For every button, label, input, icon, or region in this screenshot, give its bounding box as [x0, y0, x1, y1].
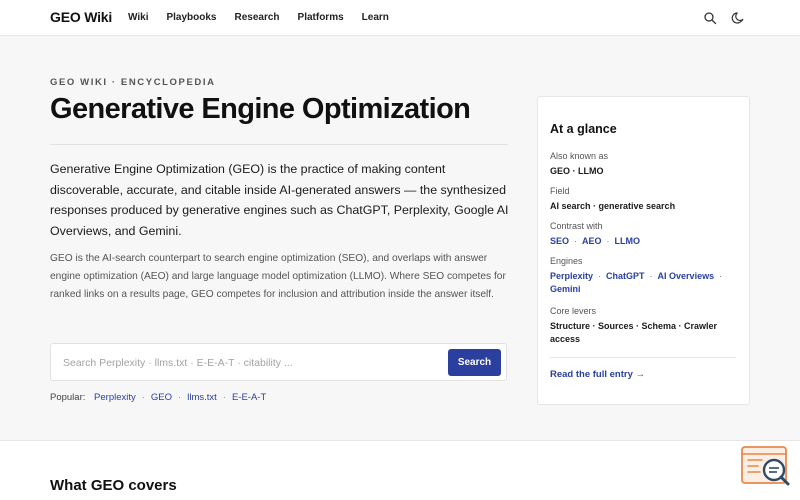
search-box: Search: [50, 343, 507, 381]
engine-link-perplexity[interactable]: Perplexity: [550, 271, 593, 281]
at-a-glance-card: At a glance Also known as GEO · LLMO Fie…: [537, 96, 750, 405]
fact-core-levers: Core levers Structure · Sources · Schema…: [550, 305, 740, 346]
contrast-link-aeo[interactable]: AEO: [582, 236, 602, 246]
fact-label: Engines: [550, 256, 583, 266]
engine-link-gemini[interactable]: Gemini: [550, 284, 581, 294]
popular-link-eeat[interactable]: E-E-A-T: [232, 392, 266, 403]
page-title: Generative Engine Optimization: [50, 93, 471, 125]
fact-label: Core levers: [550, 306, 597, 316]
card-title: At a glance: [550, 122, 617, 136]
site-logo[interactable]: GEO Wiki: [50, 9, 112, 25]
separator: ·: [606, 236, 610, 246]
body-paragraph: GEO is the AI-search counterpart to sear…: [50, 253, 506, 300]
moon-icon[interactable]: [731, 11, 745, 25]
eyebrow-label: GEO WIKI · ENCYCLOPEDIA: [50, 77, 216, 88]
separator: ·: [719, 271, 723, 281]
popular-link-llms-txt[interactable]: llms.txt: [187, 392, 217, 403]
separator: ·: [598, 271, 602, 281]
contrast-link-seo[interactable]: SEO: [550, 236, 569, 246]
popular-link-geo[interactable]: GEO: [151, 392, 172, 403]
fact-value: GEO · LLMO: [550, 166, 604, 176]
popular-label: Popular:: [50, 392, 86, 403]
fact-value: AI search · generative search: [550, 201, 676, 211]
nav-wiki[interactable]: Wiki: [128, 12, 148, 23]
fact-also-known-as: Also known as GEO · LLMO: [550, 150, 740, 178]
engine-link-ai-overviews[interactable]: AI Overviews: [658, 271, 715, 281]
hero-section: GEO WIKI · ENCYCLOPEDIA Generative Engin…: [0, 37, 800, 440]
nav-research[interactable]: Research: [235, 12, 280, 23]
fact-label: Also known as: [550, 151, 609, 161]
card-divider: [550, 357, 736, 358]
fact-value: SEO · AEO · LLMO: [550, 235, 740, 248]
lead-paragraph: Generative Engine Optimization (GEO) is …: [50, 162, 509, 238]
contrast-link-llmo[interactable]: LLMO: [615, 236, 641, 246]
read-full-entry-link[interactable]: Read the full entry →: [550, 369, 645, 380]
fact-value: Structure · Sources · Schema · Crawler a…: [550, 321, 718, 344]
main-nav: Wiki Playbooks Research Platforms Learn: [128, 12, 389, 23]
nav-playbooks[interactable]: Playbooks: [166, 12, 216, 23]
separator: ·: [574, 236, 578, 246]
search-icon[interactable]: [703, 11, 717, 25]
search-input[interactable]: [63, 354, 443, 372]
fact-engines: Engines Perplexity · ChatGPT · AI Overviews ·…: [550, 255, 740, 296]
top-nav-bar: GEO Wiki Wiki Playbooks Research Platfor…: [0, 0, 800, 36]
popular-searches: Popular: Perplexity · GEO · llms.txt · E-E-A-T: [50, 392, 266, 403]
separator: ·: [649, 271, 653, 281]
chat-widget-icon[interactable]: [740, 445, 792, 489]
nav-platforms[interactable]: Platforms: [298, 12, 344, 23]
engine-link-chatgpt[interactable]: ChatGPT: [606, 271, 645, 281]
search-button[interactable]: Search: [448, 349, 501, 376]
fact-contrast: Contrast with SEO · AEO · LLMO: [550, 220, 740, 248]
separator: ·: [141, 392, 145, 403]
separator: ·: [178, 392, 182, 403]
fact-field: Field AI search · generative search: [550, 185, 740, 213]
popular-link-perplexity[interactable]: Perplexity: [94, 392, 136, 403]
fact-label: Contrast with: [550, 221, 603, 231]
section-title: What GEO covers: [50, 477, 177, 494]
nav-learn[interactable]: Learn: [362, 12, 389, 23]
fact-value: Perplexity · ChatGPT · AI Overviews · Gemini: [550, 270, 740, 296]
fact-label: Field: [550, 186, 570, 196]
divider: [50, 144, 508, 145]
separator: ·: [222, 392, 226, 403]
what-geo-covers-section: What GEO covers: [0, 440, 800, 500]
